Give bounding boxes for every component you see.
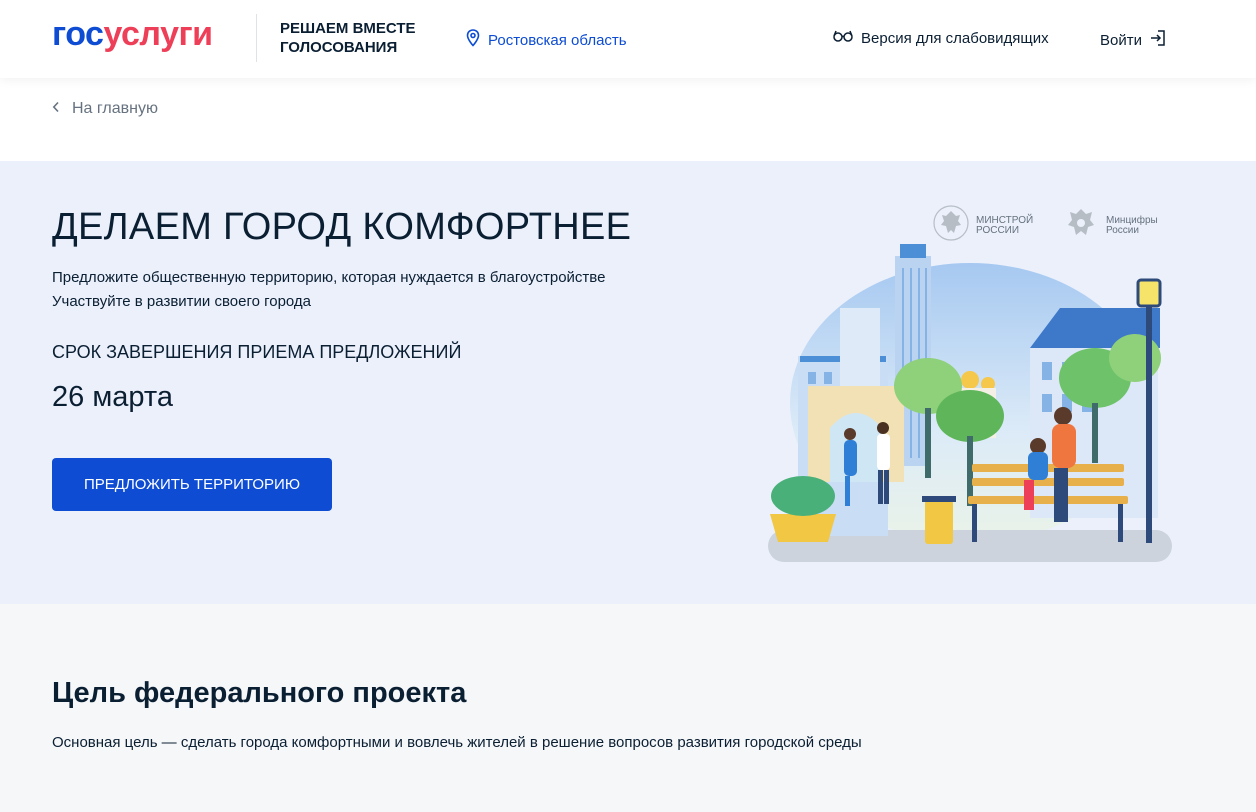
accessibility-label: Версия для слабовидящих — [861, 30, 1049, 47]
deadline-date: 26 марта — [52, 381, 173, 413]
hero-subtitle-2: Участвуйте в развитии своего города — [52, 293, 312, 310]
region-selector[interactable]: Ростовская область — [466, 29, 627, 52]
goal-title: Цель федерального проекта — [52, 677, 467, 709]
header-divider — [256, 14, 257, 62]
deadline-label: СРОК ЗАВЕРШЕНИЯ ПРИЕМА ПРЕДЛОЖЕНИЙ — [52, 342, 462, 362]
login-arrow-icon — [1150, 29, 1166, 52]
mintsifry-label: Минцифры России — [1106, 214, 1158, 236]
breadcrumb-back-label: На главную — [72, 100, 158, 117]
login-button[interactable]: Войти — [1100, 29, 1166, 52]
city-park-illustration — [768, 244, 1172, 562]
breadcrumb-band — [0, 78, 1256, 161]
goal-text: Основная цель — сделать города комфортны… — [52, 734, 862, 751]
gosuslugi-logo[interactable]: госуслуги — [52, 16, 213, 52]
hero-subtitle-1: Предложите общественную территорию, кото… — [52, 269, 606, 286]
chevron-left-icon — [52, 100, 60, 118]
hero-title: ДЕЛАЕМ ГОРОД КОМФОРТНЕЕ — [52, 206, 632, 248]
location-pin-icon — [466, 29, 480, 52]
region-label: Ростовская область — [488, 32, 627, 49]
project-name-line1: РЕШАЕМ ВМЕСТЕ — [280, 20, 416, 37]
propose-territory-button[interactable]: ПРЕДЛОЖИТЬ ТЕРРИТОРИЮ — [52, 458, 332, 511]
glasses-icon — [833, 29, 853, 48]
breadcrumb-back-link[interactable]: На главную — [52, 100, 158, 118]
project-name[interactable]: РЕШАЕМ ВМЕСТЕ ГОЛОСОВАНИЯ — [280, 19, 416, 57]
login-label: Войти — [1100, 32, 1142, 49]
minstroy-label: МИНСТРОЙ РОССИИ — [976, 214, 1034, 236]
project-name-line2: ГОЛОСОВАНИЯ — [280, 39, 398, 56]
site-header: госуслуги РЕШАЕМ ВМЕСТЕ ГОЛОСОВАНИЯ Рост… — [0, 0, 1256, 78]
accessibility-version-link[interactable]: Версия для слабовидящих — [833, 29, 1049, 48]
